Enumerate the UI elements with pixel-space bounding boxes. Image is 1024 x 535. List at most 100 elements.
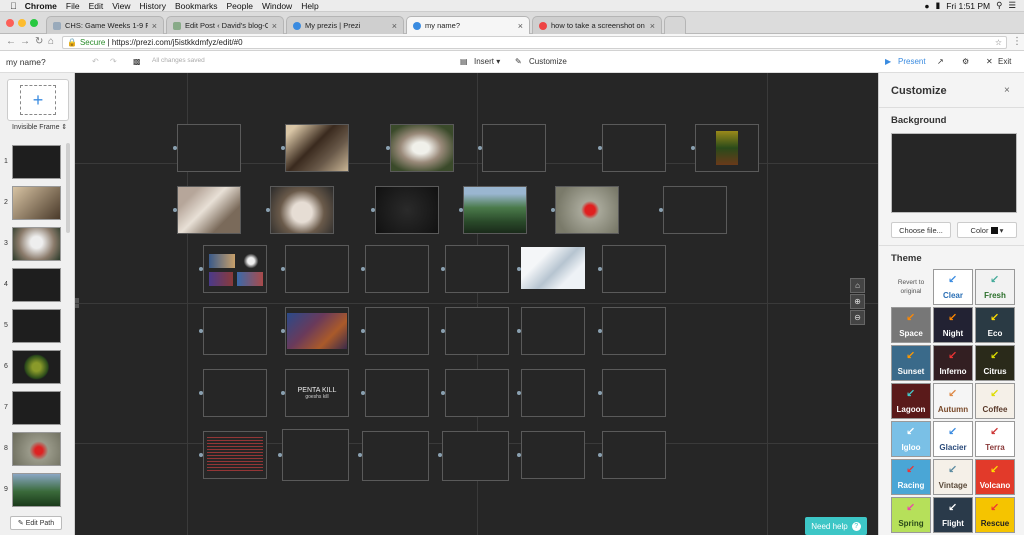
scrollbar[interactable] [66,143,70,233]
url-field[interactable]: 🔒 Secure | https://prezi.com/j5istkkdmfyz… [62,36,1007,49]
frame[interactable] [663,186,727,234]
menu-list-icon[interactable]: ☰ [1008,0,1016,11]
new-tab-button[interactable] [664,16,686,34]
frame[interactable] [445,369,509,417]
frame[interactable] [482,124,546,172]
path-thumbnail[interactable] [12,268,61,302]
need-help-button[interactable]: Need help ? [805,517,867,535]
maximize-window-icon[interactable] [30,19,38,27]
frame[interactable] [602,245,666,293]
customize-button[interactable]: Customize [529,57,567,66]
frame[interactable] [362,431,429,481]
theme-night[interactable]: ↙ Night [933,307,973,343]
frame-cat-playing-image[interactable] [270,186,334,234]
share-icon[interactable]: ↗ [937,57,944,66]
customize-icon[interactable]: ✎ [515,57,522,66]
revert-to-original-button[interactable]: Revert to original [891,269,931,305]
path-thumbnail[interactable] [12,145,61,179]
frame-text-list[interactable] [203,431,267,479]
theme-autumn[interactable]: ↙ Autumn [933,383,973,419]
frame-game-art-image[interactable] [285,307,349,355]
tab-google-search[interactable]: how to take a screenshot on a × [532,16,662,34]
theme-clear[interactable]: ↙ Clear [933,269,973,305]
close-tab-icon[interactable]: × [272,21,277,31]
menu-file[interactable]: File [66,1,80,11]
path-thumbnail-cat[interactable] [12,227,61,261]
path-thumbnail[interactable] [12,309,61,343]
menu-people[interactable]: People [226,1,252,11]
theme-igloo[interactable]: ↙ Igloo [891,421,931,457]
close-icon[interactable]: × [1004,85,1010,96]
theme-racing[interactable]: ↙ Racing [891,459,931,495]
frame-dark-image[interactable] [375,186,439,234]
theme-eco[interactable]: ↙ Eco [975,307,1015,343]
frame-book-image[interactable] [695,124,759,172]
path-thumbnail-heart[interactable] [12,432,61,466]
menu-help[interactable]: Help [301,1,318,11]
frame[interactable] [602,431,666,479]
frame[interactable] [177,124,241,172]
zoom-out-icon[interactable]: ⊖ [850,310,865,325]
frame[interactable] [602,307,666,355]
close-tab-icon[interactable]: × [392,21,397,31]
tab-my-name[interactable]: my name? × [406,16,530,34]
insert-icon[interactable]: ▤ [460,57,468,66]
apple-icon[interactable]:  [10,1,17,11]
wifi-icon[interactable]: ● [924,1,929,11]
frame[interactable] [203,369,267,417]
frame[interactable] [445,307,509,355]
minimize-window-icon[interactable] [18,19,26,27]
menu-app-chrome[interactable]: Chrome [25,1,57,11]
theme-citrus[interactable]: ↙ Citrus [975,345,1015,381]
search-icon[interactable]: ⚲ [996,0,1002,11]
frame[interactable] [365,245,429,293]
frame-collage[interactable] [203,245,267,293]
prezi-canvas[interactable]: PENTA KILL goeshs kill ⌂ ⊕ ⊖ Need help ? [75,73,878,535]
theme-terra[interactable]: ↙ Terra [975,421,1015,457]
close-tab-icon[interactable]: × [650,21,655,31]
bookmark-star-icon[interactable]: ☆ [995,37,1002,48]
frame-type-select[interactable]: Invisible Frame ⇕ [12,123,67,131]
color-button[interactable]: Color ▾ [957,222,1017,238]
frame[interactable] [442,431,509,481]
path-thumbnail-landscape[interactable] [12,473,61,507]
frame-boots-image[interactable] [285,124,349,172]
frame[interactable] [602,369,666,417]
frame[interactable] [445,245,509,293]
menu-view[interactable]: View [112,1,130,11]
close-window-icon[interactable] [6,19,14,27]
path-thumbnail[interactable] [12,391,61,425]
menu-bookmarks[interactable]: Bookmarks [175,1,218,11]
home-icon[interactable]: ⌂ [48,36,54,47]
menu-window[interactable]: Window [262,1,292,11]
frame[interactable] [521,307,585,355]
close-tab-icon[interactable]: × [518,21,523,31]
exit-x-icon[interactable]: ✕ [986,57,993,66]
theme-vintage[interactable]: ↙ Vintage [933,459,973,495]
frame-landscape-image[interactable] [463,186,527,234]
theme-lagoon[interactable]: ↙ Lagoon [891,383,931,419]
settings-gear-icon[interactable]: ⚙ [962,57,969,66]
path-thumbnail-boots[interactable] [12,186,61,220]
back-icon[interactable]: ← [6,36,16,47]
theme-fresh[interactable]: ↙ Fresh [975,269,1015,305]
save-icon[interactable]: ▩ [133,57,141,66]
theme-rescue[interactable]: ↙ Rescue [975,497,1015,533]
reload-icon[interactable]: ↻ [35,36,43,47]
frame[interactable] [285,245,349,293]
choose-file-button[interactable]: Choose file... [891,222,951,238]
frame[interactable] [365,307,429,355]
frame[interactable] [203,307,267,355]
insert-menu[interactable]: Insert ▾ [474,57,500,66]
chrome-menu-icon[interactable]: ⋮ [1012,36,1022,47]
frame[interactable] [521,431,585,479]
zoom-in-icon[interactable]: ⊕ [850,294,865,309]
prezi-title[interactable]: my name? [6,57,46,67]
frame[interactable] [521,369,585,417]
theme-space[interactable]: ↙ Space [891,307,931,343]
frame[interactable] [282,429,349,481]
present-icon[interactable]: ▶ [885,57,891,66]
theme-coffee[interactable]: ↙ Coffee [975,383,1015,419]
tab-edit-post[interactable]: Edit Post ‹ David's blog-CHS × [166,16,284,34]
redo-icon[interactable]: ↷ [110,57,117,66]
